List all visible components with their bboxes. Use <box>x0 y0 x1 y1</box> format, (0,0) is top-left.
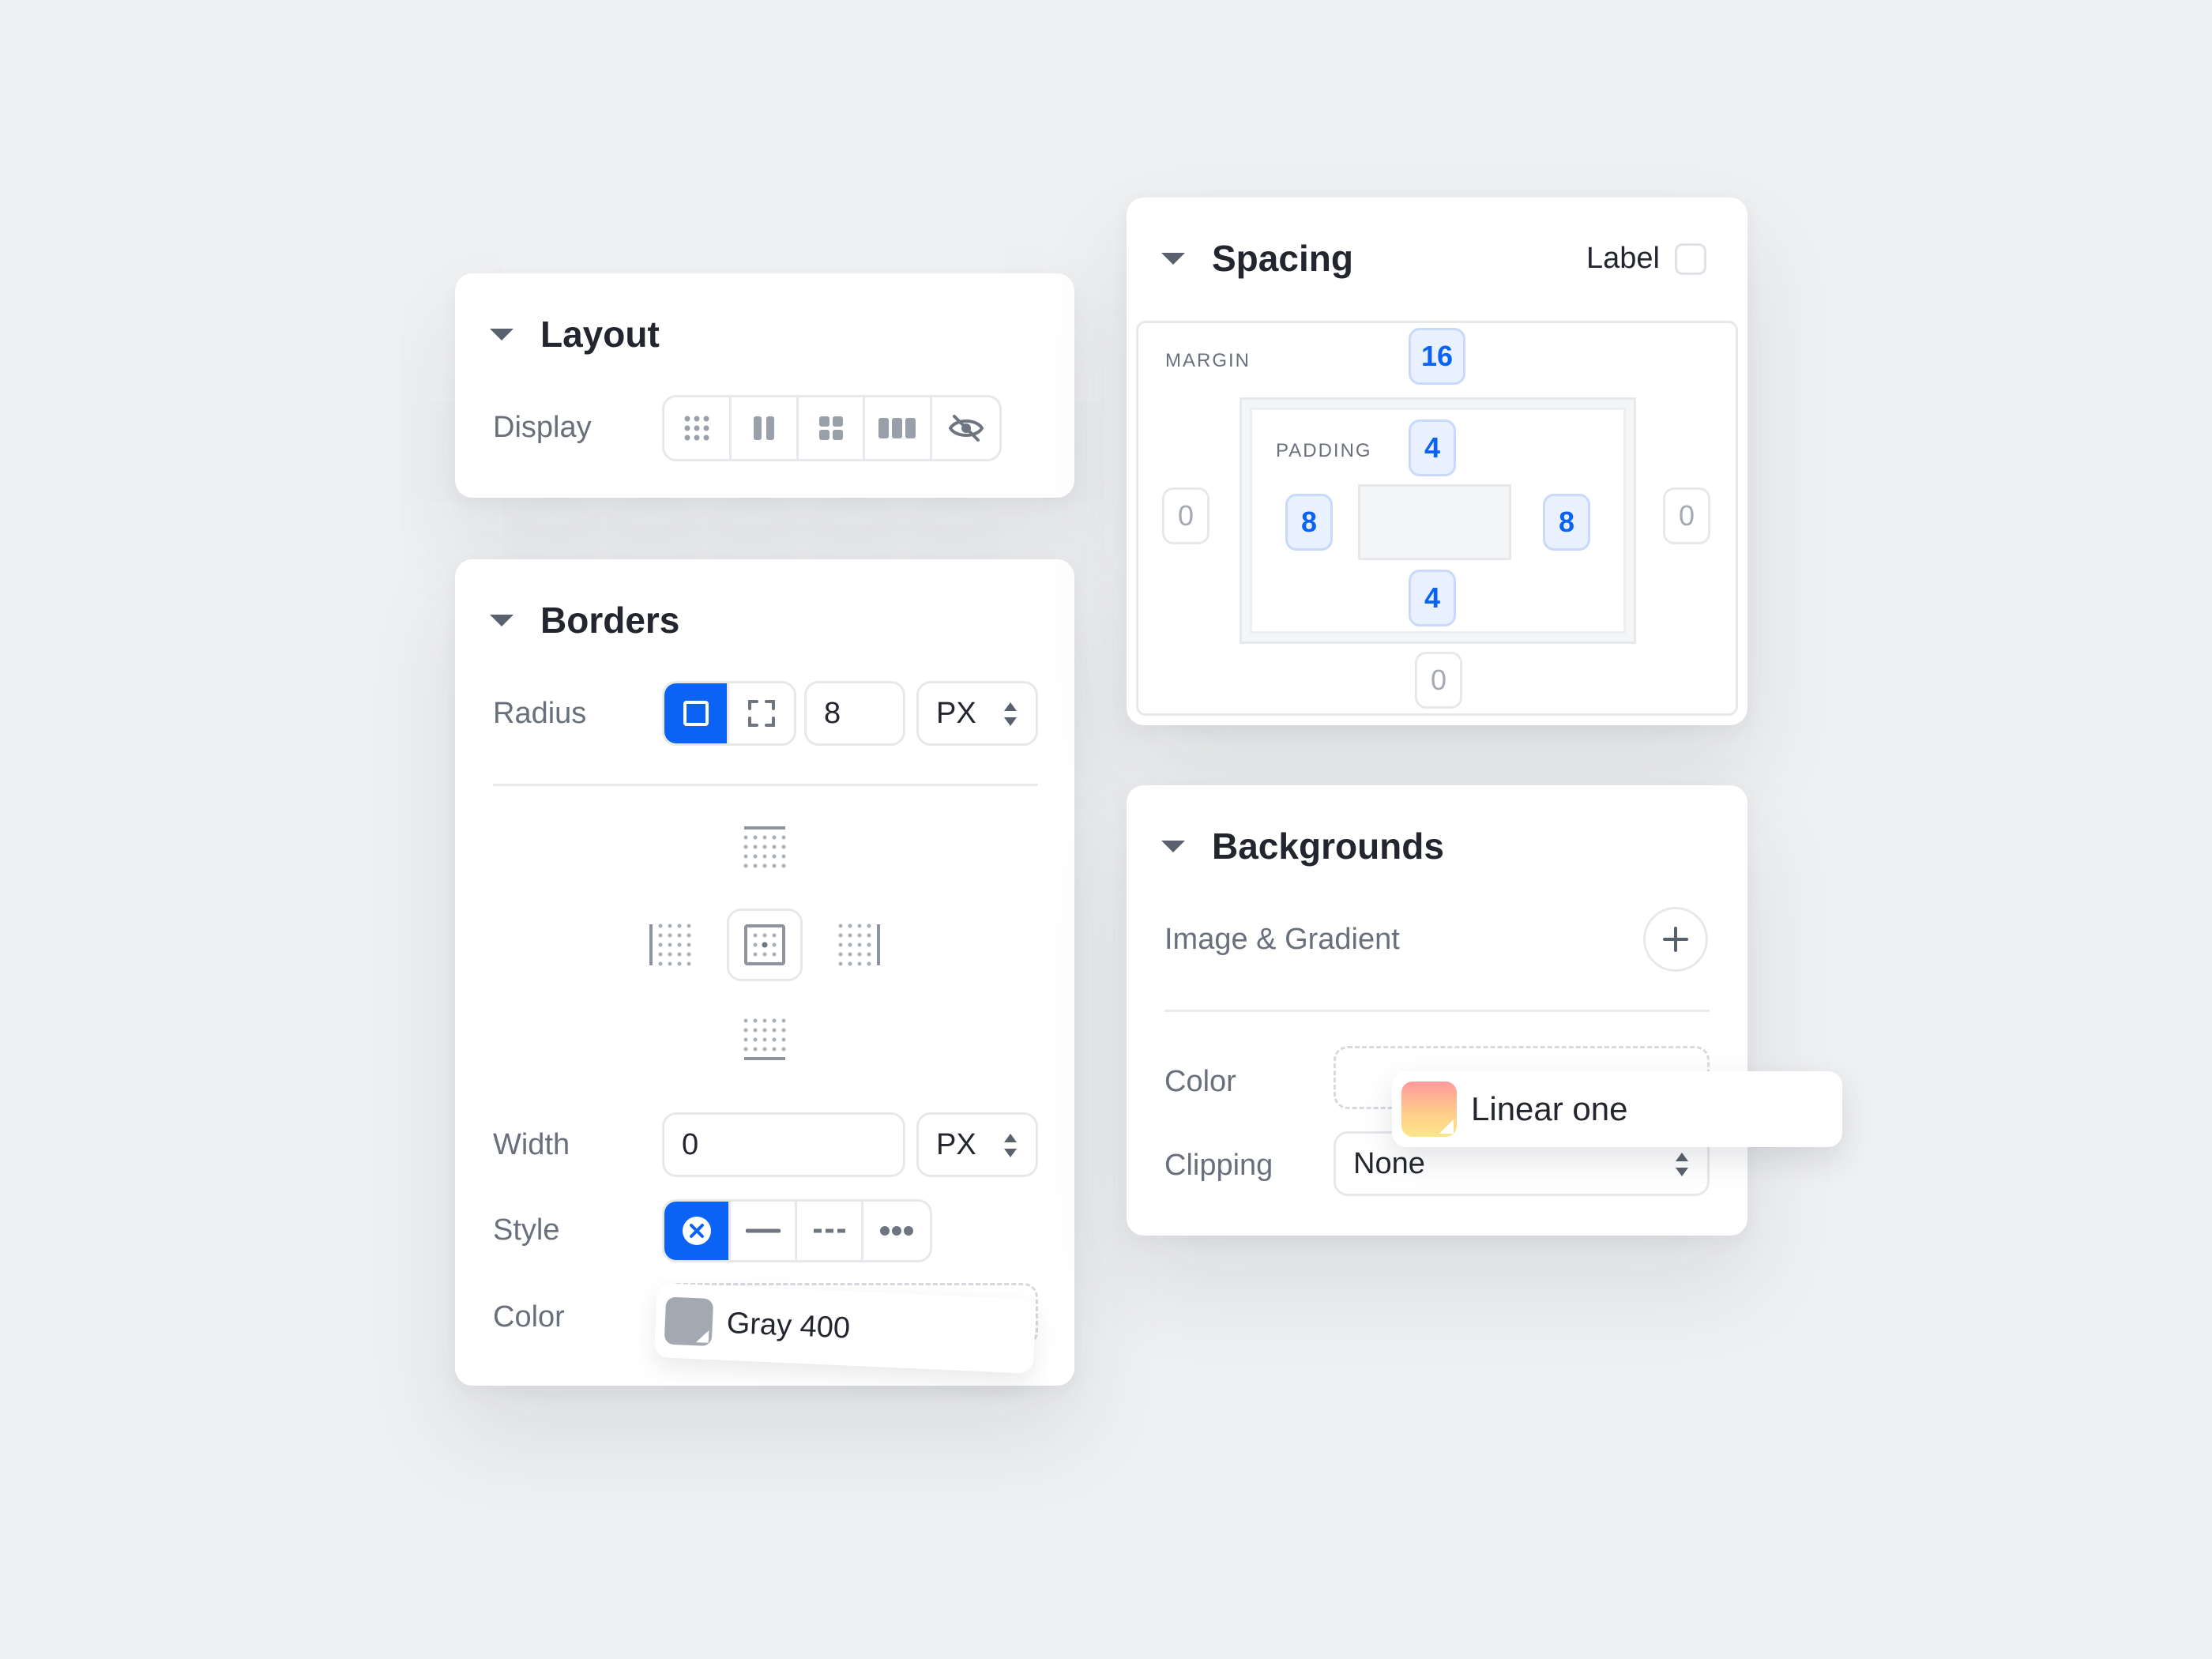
spacing-header[interactable]: Spacing <box>1161 237 1353 280</box>
style-solid-option[interactable] <box>731 1202 797 1260</box>
label-toggle-text: Label <box>1586 242 1660 275</box>
panel-title: Borders <box>540 600 680 641</box>
radius-unit-value: PX <box>936 696 976 730</box>
display-columns-option[interactable] <box>732 397 799 459</box>
label-checkbox[interactable] <box>1675 243 1706 275</box>
display-none-option[interactable] <box>932 397 999 459</box>
panel-title: Backgrounds <box>1212 826 1444 867</box>
close-circle-icon <box>682 1217 711 1245</box>
borders-header[interactable]: Borders <box>490 599 679 641</box>
corners-icon <box>748 700 775 727</box>
select-arrows-icon <box>1676 1153 1688 1176</box>
clipping-value: None <box>1353 1146 1425 1180</box>
radius-all-option[interactable] <box>664 683 729 743</box>
grid-four-icon <box>818 416 843 440</box>
section-divider <box>493 784 1038 786</box>
clipping-label: Clipping <box>1164 1149 1273 1182</box>
backgrounds-header[interactable]: Backgrounds <box>1161 825 1444 867</box>
borders-panel: Borders Radius 8 PX Width 0 PX Style Col… <box>455 559 1074 1386</box>
layout-panel: Layout Display <box>455 273 1074 498</box>
spacing-panel: Spacing Label MARGIN 16 0 0 0 PADDING 4 … <box>1127 198 1747 725</box>
border-bottom-icon[interactable] <box>741 1014 788 1062</box>
add-image-gradient-button[interactable] <box>1643 907 1708 972</box>
layout-header[interactable]: Layout <box>490 313 660 356</box>
display-inline-option[interactable] <box>865 397 933 459</box>
collapse-caret-icon[interactable] <box>1161 840 1185 852</box>
display-grid-option[interactable] <box>664 397 732 459</box>
gradient-swatch <box>1401 1082 1457 1137</box>
border-top-icon[interactable] <box>741 825 788 872</box>
radius-value: 8 <box>824 696 841 730</box>
style-label: Style <box>493 1213 560 1247</box>
columns-three-icon <box>878 418 916 438</box>
display-segmented-control <box>662 395 1002 461</box>
border-color-chip[interactable]: Gray 400 <box>653 1283 1036 1374</box>
color-swatch <box>664 1296 714 1347</box>
border-style-control <box>662 1199 932 1262</box>
display-label: Display <box>493 411 592 444</box>
display-grid-blocks-option[interactable] <box>799 397 866 459</box>
section-divider <box>1164 1010 1710 1012</box>
dashed-line-icon <box>813 1228 845 1233</box>
margin-bottom-value[interactable]: 0 <box>1415 652 1462 709</box>
backgrounds-panel: Backgrounds Image & Gradient Color Clipp… <box>1127 785 1747 1236</box>
swatch-corner-icon <box>1439 1119 1454 1134</box>
style-none-option[interactable] <box>664 1202 731 1260</box>
bg-color-value: Linear one <box>1471 1090 1628 1127</box>
border-left-icon[interactable] <box>648 921 695 969</box>
radius-individual-option[interactable] <box>729 683 794 743</box>
select-arrows-icon <box>1004 1134 1017 1157</box>
border-all-icon <box>744 924 785 965</box>
border-color-label: Color <box>493 1300 565 1334</box>
collapse-caret-icon[interactable] <box>1161 252 1185 265</box>
plus-icon <box>1663 927 1688 952</box>
width-value: 0 <box>682 1127 699 1161</box>
padding-bottom-value[interactable]: 4 <box>1409 570 1456 626</box>
collapse-caret-icon[interactable] <box>490 328 514 340</box>
radius-unit-select[interactable]: PX <box>916 681 1038 746</box>
padding-box: PADDING 4 8 8 4 <box>1240 397 1636 644</box>
radius-mode-control <box>662 681 796 746</box>
solid-line-icon <box>745 1228 781 1233</box>
grid-dots-icon <box>684 416 709 441</box>
width-unit-select[interactable]: PX <box>916 1112 1038 1177</box>
content-box <box>1358 484 1511 560</box>
padding-right-value[interactable]: 8 <box>1543 494 1590 551</box>
width-input[interactable]: 0 <box>662 1112 905 1177</box>
dotted-line-icon <box>880 1226 913 1236</box>
collapse-caret-icon[interactable] <box>490 614 514 626</box>
columns-two-icon <box>753 416 774 440</box>
padding-top-value[interactable]: 4 <box>1409 419 1456 476</box>
width-unit-value: PX <box>936 1127 976 1161</box>
width-label: Width <box>493 1128 570 1161</box>
radius-label: Radius <box>493 697 587 730</box>
border-right-icon[interactable] <box>834 921 882 969</box>
margin-left-value[interactable]: 0 <box>1162 487 1209 544</box>
margin-right-value[interactable]: 0 <box>1663 487 1710 544</box>
style-dotted-option[interactable] <box>863 1202 930 1260</box>
panel-title: Spacing <box>1212 238 1353 279</box>
padding-inner-box: PADDING 4 8 8 4 <box>1250 408 1626 634</box>
swatch-corner-icon <box>695 1330 709 1343</box>
margin-top-value[interactable]: 16 <box>1409 328 1465 385</box>
radius-input[interactable]: 8 <box>804 681 905 746</box>
border-all-selector[interactable] <box>727 908 803 981</box>
bg-color-chip[interactable]: Linear one <box>1392 1071 1842 1147</box>
padding-left-value[interactable]: 8 <box>1285 494 1333 551</box>
box-model-editor: MARGIN 16 0 0 0 PADDING 4 8 8 4 <box>1136 321 1738 716</box>
panel-title: Layout <box>540 314 660 355</box>
image-gradient-label: Image & Gradient <box>1164 923 1400 956</box>
padding-label: PADDING <box>1276 440 1372 461</box>
select-arrows-icon <box>1004 702 1017 726</box>
border-color-value: Gray 400 <box>725 1306 851 1345</box>
margin-label: MARGIN <box>1165 350 1251 371</box>
style-dashed-option[interactable] <box>797 1202 863 1260</box>
eye-off-icon <box>948 415 984 442</box>
square-icon <box>683 701 709 726</box>
bg-color-label: Color <box>1164 1065 1236 1098</box>
